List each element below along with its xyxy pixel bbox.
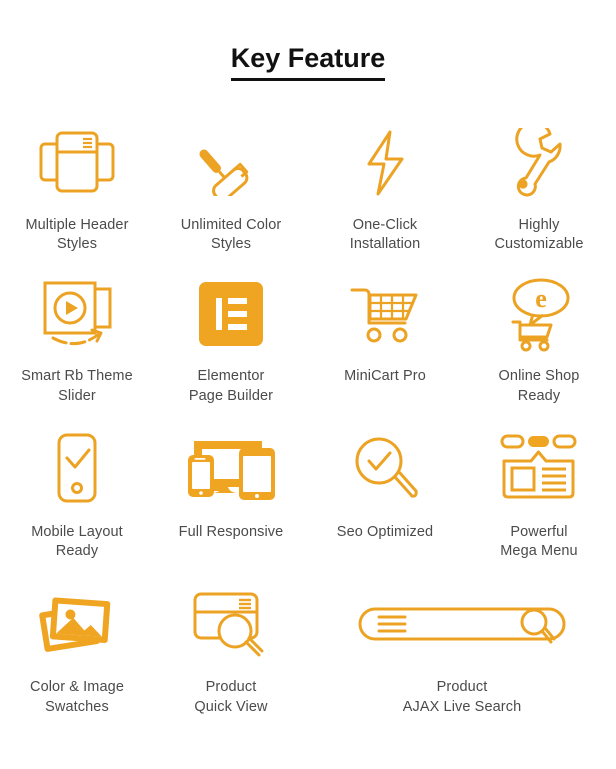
feature-label-line2: Installation xyxy=(349,235,421,252)
devices-icon xyxy=(184,426,278,512)
feature-label-line2: Customizable xyxy=(494,235,584,252)
feature-item-multiple-header-styles[interactable]: Multiple Header Styles xyxy=(0,115,154,255)
feature-label: Powerful Mega Menu xyxy=(500,523,577,562)
feature-label-line1: Elementor xyxy=(197,368,265,385)
feature-label-line1: Seo Optimized xyxy=(336,523,434,540)
mobile-check-icon xyxy=(52,426,102,512)
feature-label: Smart Rb Theme Slider xyxy=(21,367,133,406)
feature-label: Elementor Page Builder xyxy=(189,367,273,406)
feature-item-full-responsive[interactable]: Full Responsive xyxy=(154,426,308,542)
feature-grid: Multiple Header Styles Unlimited Color S… xyxy=(0,115,616,717)
feature-label-line1: Powerful xyxy=(510,523,568,540)
svg-text:e: e xyxy=(535,284,547,313)
feature-label-line2: Slider xyxy=(58,387,96,404)
feature-item-product-quick-view[interactable]: Product Quick View xyxy=(154,581,308,717)
wrench-icon xyxy=(508,115,570,205)
feature-label-line1: Color & Image xyxy=(30,679,124,696)
feature-label-line1: Full Responsive xyxy=(178,523,284,540)
feature-label-line1: Online Shop xyxy=(498,368,580,385)
feature-label-line1: One-Click xyxy=(352,216,418,233)
feature-row-2: Smart Rb Theme Slider Elementor Page Bui… xyxy=(0,272,616,406)
feature-label: Color & Image Swatches xyxy=(30,678,124,717)
feature-item-minicart-pro[interactable]: MiniCart Pro xyxy=(308,272,462,386)
feature-label-line2: Mega Menu xyxy=(500,543,578,560)
feature-label-line1: Smart Rb Theme xyxy=(21,368,133,385)
feature-label: Seo Optimized xyxy=(337,523,433,542)
photo-stack-icon xyxy=(35,581,119,667)
feature-label-line1: Product xyxy=(205,679,257,696)
feature-label-line2: Ready xyxy=(517,387,561,404)
feature-label-line1: Highly xyxy=(518,216,560,233)
feature-item-product-ajax-live-search[interactable]: Product AJAX Live Search xyxy=(308,581,616,717)
feature-label-line2: Ready xyxy=(55,543,99,560)
window-magnifier-icon xyxy=(191,581,271,667)
feature-label: Unlimited Color Styles xyxy=(181,216,282,255)
feature-label-line1: Mobile Layout xyxy=(31,523,123,540)
lightning-bolt-icon xyxy=(357,115,413,205)
feature-label-line2: Quick View xyxy=(194,698,268,715)
feature-label-line2: Swatches xyxy=(45,698,109,715)
feature-item-unlimited-color-styles[interactable]: Unlimited Color Styles xyxy=(154,115,308,255)
ecommerce-bubble-cart-icon: e xyxy=(503,272,575,356)
feature-item-highly-customizable[interactable]: Highly Customizable xyxy=(462,115,616,255)
paint-roller-icon xyxy=(194,115,268,205)
page-title: Key Feature xyxy=(0,0,616,81)
feature-label: One-Click Installation xyxy=(350,216,421,255)
feature-label-line1: Multiple Header xyxy=(25,216,129,233)
feature-label: Product AJAX Live Search xyxy=(403,678,521,717)
page-title-text: Key Feature xyxy=(230,43,386,81)
feature-item-elementor-page-builder[interactable]: Elementor Page Builder xyxy=(154,272,308,406)
feature-label-line2: Styles xyxy=(56,235,98,252)
feature-label-line1: Product xyxy=(436,679,488,696)
feature-item-color-image-swatches[interactable]: Color & Image Swatches xyxy=(0,581,154,717)
feature-label: Product Quick View xyxy=(194,678,267,717)
feature-label: Full Responsive xyxy=(179,523,284,542)
feature-label: Mobile Layout Ready xyxy=(31,523,123,562)
feature-label: MiniCart Pro xyxy=(344,367,426,386)
feature-item-smart-rb-theme-slider[interactable]: Smart Rb Theme Slider xyxy=(0,272,154,406)
key-feature-page: Key Feature Multiple Header Styles Unlim… xyxy=(0,0,616,769)
feature-item-powerful-mega-menu[interactable]: Powerful Mega Menu xyxy=(462,426,616,562)
feature-label: Highly Customizable xyxy=(494,216,583,255)
feature-label-line1: MiniCart Pro xyxy=(344,368,426,385)
feature-label: Online Shop Ready xyxy=(499,367,580,406)
feature-label: Multiple Header Styles xyxy=(25,216,128,255)
elementor-logo-icon xyxy=(199,272,263,356)
feature-item-online-shop-ready[interactable]: e Online Shop Ready xyxy=(462,272,616,406)
feature-item-mobile-layout-ready[interactable]: Mobile Layout Ready xyxy=(0,426,154,562)
header-layers-icon xyxy=(38,115,116,205)
feature-row-3: Mobile Layout Ready Full Responsive Seo … xyxy=(0,426,616,562)
feature-label-line2: Styles xyxy=(210,235,252,252)
feature-label-line1: Unlimited Color xyxy=(180,216,282,233)
feature-label-line2: AJAX Live Search xyxy=(402,698,522,715)
feature-row-4: Color & Image Swatches Product Quick Vie… xyxy=(0,581,616,717)
search-bar-icon xyxy=(357,581,567,667)
mega-menu-icon xyxy=(498,426,580,512)
magnifier-check-icon xyxy=(349,426,421,512)
slider-play-icon xyxy=(35,272,119,356)
feature-row-1: Multiple Header Styles Unlimited Color S… xyxy=(0,115,616,255)
feature-label-line2: Page Builder xyxy=(188,387,274,404)
feature-item-seo-optimized[interactable]: Seo Optimized xyxy=(308,426,462,542)
feature-item-one-click-installation[interactable]: One-Click Installation xyxy=(308,115,462,255)
shopping-cart-icon xyxy=(348,272,422,356)
